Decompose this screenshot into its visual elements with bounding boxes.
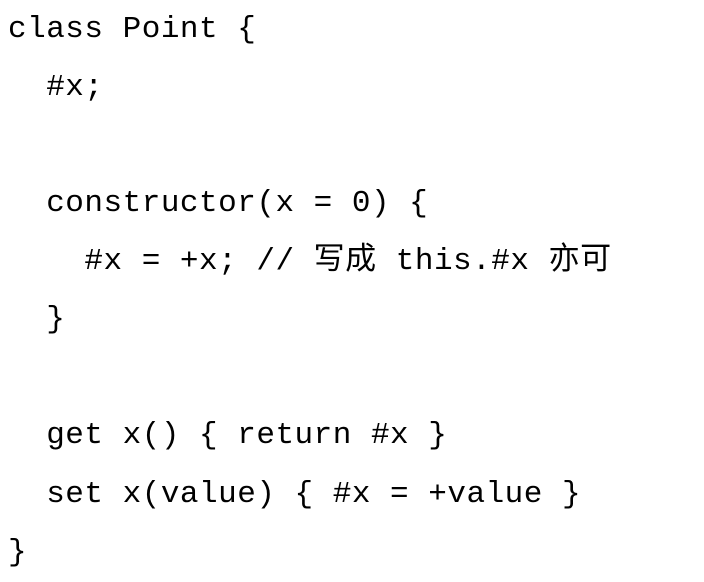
code-line: }	[8, 535, 28, 570]
code-line: set x(value) { #x = +value }	[8, 477, 582, 512]
code-line: constructor(x = 0) {	[8, 186, 429, 221]
code-line: #x;	[8, 70, 104, 105]
code-line: }	[8, 302, 66, 337]
code-line: class Point {	[8, 12, 257, 47]
code-line: get x() { return #x }	[8, 418, 448, 453]
code-block: class Point { #x; constructor(x = 0) { #…	[0, 0, 704, 578]
code-line: #x = +x; // 写成 this.#x 亦可	[8, 244, 612, 279]
